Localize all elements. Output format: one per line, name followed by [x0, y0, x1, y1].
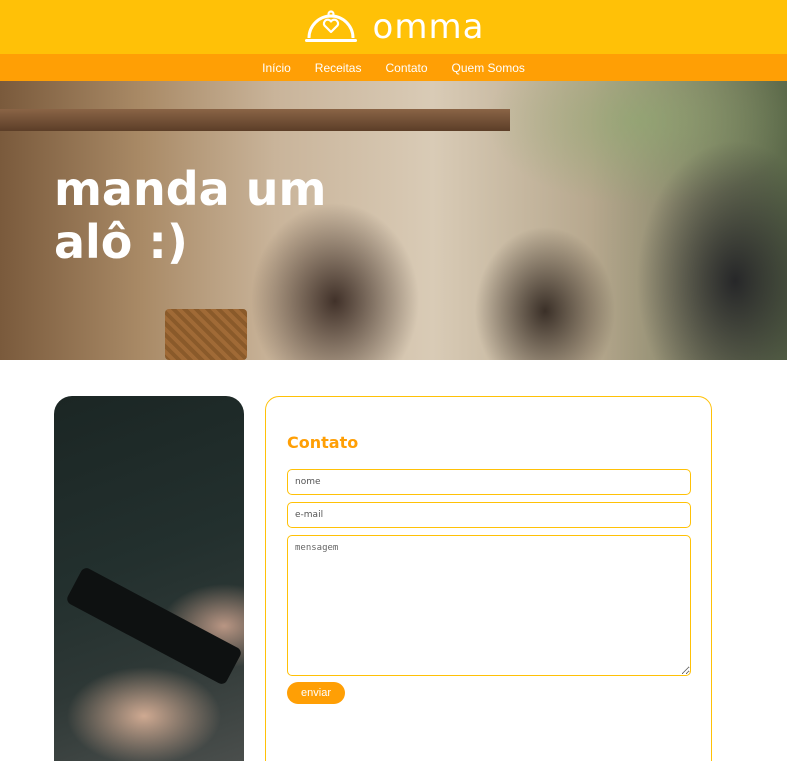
send-button[interactable]: enviar — [287, 682, 345, 704]
nav-link-receitas[interactable]: Receitas — [315, 61, 362, 75]
contact-side-photo — [54, 396, 244, 761]
hero-banner: manda um alô :) — [0, 81, 787, 360]
email-input[interactable] — [287, 502, 691, 528]
logo[interactable]: omma — [303, 9, 485, 45]
food-cloche-heart-icon — [303, 9, 359, 45]
hero-title-line1: manda um — [54, 162, 327, 216]
hero-title: manda um alô :) — [54, 163, 384, 269]
nav-link-inicio[interactable]: Início — [262, 61, 291, 75]
nav-link-contato[interactable]: Contato — [385, 61, 427, 75]
contact-form-card: Contato enviar — [265, 396, 712, 761]
contact-form-title: Contato — [287, 433, 359, 452]
name-input[interactable] — [287, 469, 691, 495]
main-nav: Início Receitas Contato Quem Somos — [0, 54, 787, 81]
hero-photo-shelf — [0, 109, 510, 131]
brand-name: omma — [372, 7, 485, 47]
smartphone-in-hand-image — [65, 566, 243, 686]
site-header: omma — [0, 0, 787, 54]
hero-photo-basket — [165, 309, 247, 360]
nav-link-quem-somos[interactable]: Quem Somos — [452, 61, 525, 75]
hero-title-line2: alô :) — [54, 215, 188, 269]
message-textarea[interactable] — [287, 535, 691, 676]
